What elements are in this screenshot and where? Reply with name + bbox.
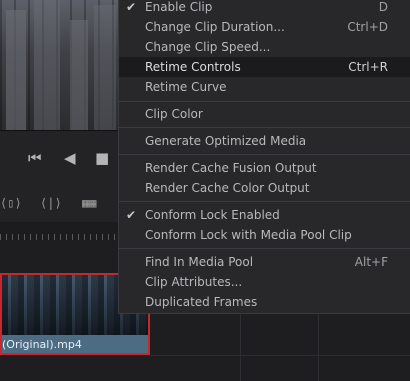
trim-tool-icon[interactable]: ⟨▯⟩	[0, 196, 22, 210]
menu-item-clip-color[interactable]: Clip Color	[119, 104, 410, 124]
slip-tool-icon[interactable]: ⟨|⟩	[40, 196, 62, 210]
menu-item-retime-controls[interactable]: Retime Controls Ctrl+R	[119, 57, 410, 77]
menu-item-retime-curve[interactable]: Retime Curve	[119, 77, 410, 97]
edit-tools: ⟨▯⟩ ⟨|⟩ ▦▦	[0, 186, 118, 222]
menu-item-render-cache-color-output[interactable]: Render Cache Color Output	[119, 178, 410, 198]
film-strip-icon[interactable]: ▦▦	[82, 196, 96, 210]
menu-separator	[119, 201, 410, 202]
video-viewer[interactable]	[0, 0, 118, 130]
menu-item-conform-lock-with-media-pool-clip[interactable]: Conform Lock with Media Pool Clip	[119, 225, 410, 245]
menu-item-enable-clip[interactable]: ✔ Enable Clip D	[119, 0, 410, 17]
track-divider	[318, 310, 319, 381]
menu-item-render-cache-fusion-output[interactable]: Render Cache Fusion Output	[119, 158, 410, 178]
track-divider	[240, 310, 241, 381]
menu-separator	[119, 101, 410, 102]
play-reverse-icon[interactable]: ◀	[64, 149, 76, 167]
menu-item-find-in-media-pool[interactable]: Find In Media Pool Alt+F	[119, 252, 410, 272]
menu-separator	[119, 248, 410, 249]
menu-item-duplicated-frames[interactable]: Duplicated Frames	[119, 292, 410, 312]
checkmark-icon: ✔	[126, 208, 137, 222]
menu-item-clip-attributes[interactable]: Clip Attributes...	[119, 272, 410, 292]
menu-item-generate-optimized-media[interactable]: Generate Optimized Media	[119, 131, 410, 151]
transport-controls: ⏮ ◀ ■	[0, 130, 118, 187]
menu-item-change-clip-speed[interactable]: Change Clip Speed...	[119, 37, 410, 57]
menu-separator	[119, 127, 410, 128]
menu-item-conform-lock-enabled[interactable]: ✔ Conform Lock Enabled	[119, 205, 410, 225]
checkmark-icon: ✔	[126, 0, 137, 14]
timeline-ruler[interactable]	[0, 222, 118, 241]
stop-icon[interactable]: ■	[95, 149, 109, 167]
menu-item-change-clip-duration[interactable]: Change Clip Duration... Ctrl+D	[119, 17, 410, 37]
track-divider	[150, 355, 410, 356]
menu-separator	[119, 154, 410, 155]
clip-name: (Original).mp4	[2, 338, 82, 351]
clip-context-menu: ✔ Enable Clip D Change Clip Duration... …	[118, 0, 410, 314]
skip-to-start-icon[interactable]: ⏮	[28, 149, 42, 167]
